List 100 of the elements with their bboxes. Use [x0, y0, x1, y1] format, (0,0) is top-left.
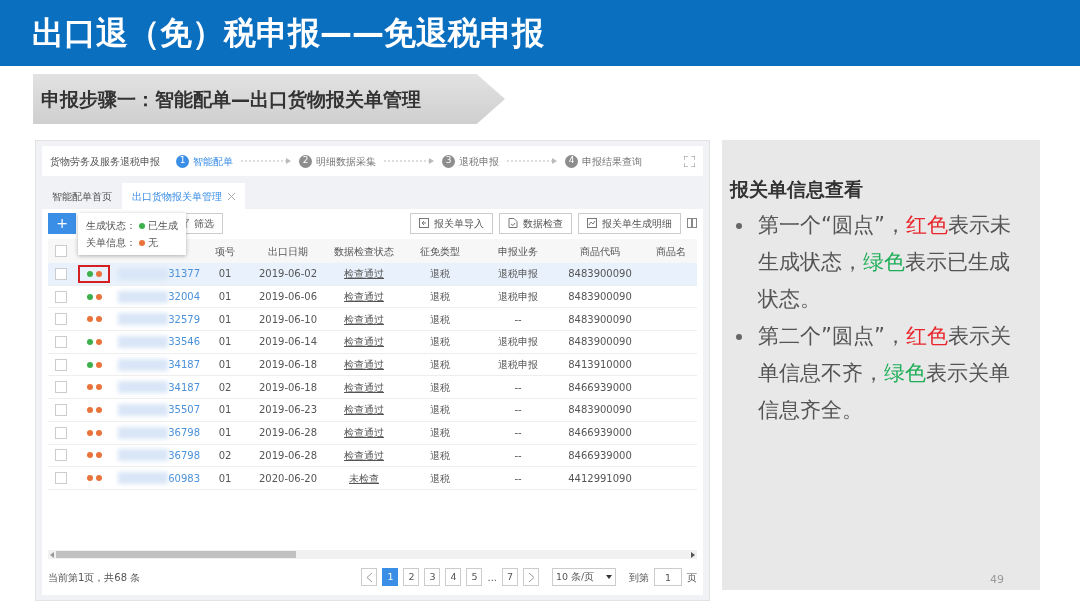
blurred-text [118, 381, 169, 394]
blurred-text [118, 313, 169, 326]
goto-suffix: 页 [687, 570, 697, 585]
table-row[interactable]: 31377 01 2019-06-02 检查通过 退税 退税申报 8483900090 [48, 263, 697, 286]
table-row[interactable]: 36798 02 2019-06-28 检查通过 退税 -- 8466939000 [48, 444, 697, 468]
document-icon [508, 218, 518, 228]
table-cell-text: 退税 [429, 358, 451, 373]
table-cell-text: 2019-06-14 [257, 335, 319, 350]
row-checkbox[interactable] [55, 358, 67, 371]
scroll-right-icon[interactable] [691, 551, 695, 558]
page-button[interactable]: 5 [466, 568, 483, 586]
status-link[interactable]: 检查通过 [326, 311, 402, 327]
table-cell-text: 退税申报 [497, 290, 539, 305]
column-header: 商品名 [655, 244, 687, 259]
page-button[interactable]: 4 [445, 568, 462, 586]
table-cell-text: 2019-06-28 [257, 426, 319, 441]
status-link[interactable]: 检查通过 [326, 379, 402, 395]
table-row[interactable]: 34187 02 2019-06-18 检查通过 退税 -- 8466939000 [48, 376, 697, 400]
import-icon [419, 218, 429, 228]
page-size-select[interactable]: 10 条/页 [552, 568, 616, 586]
toolbar-button[interactable]: 报关单导入 [410, 212, 493, 234]
tab[interactable]: 智能配单首页 [42, 183, 122, 209]
table-cell-text: 退税 [429, 380, 451, 395]
table-cell-text: 01 [217, 358, 233, 373]
table-cell-text: 2019-06-06 [257, 290, 319, 305]
scrollbar[interactable] [48, 550, 697, 559]
table-cell-text: 01 [217, 290, 233, 305]
arrow-connector-icon [507, 157, 557, 165]
table-cell-text: 4412991090 [567, 471, 633, 486]
slide-title: 出口退（免）税申报——免退税申报 [32, 13, 544, 53]
toolbar-button[interactable]: 数据检查 [499, 212, 572, 234]
table-cell-text: 8413910000 [567, 358, 633, 373]
table-row[interactable]: 34187 01 2019-06-18 检查通过 退税 退税申报 8413910000 [48, 353, 697, 377]
status-link[interactable]: 检查通过 [326, 447, 402, 463]
select-all-checkbox[interactable] [55, 245, 67, 257]
step-item[interactable]: 3 退税申报 [442, 153, 499, 169]
table-cell-text: 退税 [429, 426, 451, 441]
page-ellipsis: ... [487, 570, 497, 585]
row-checkbox[interactable] [55, 313, 67, 326]
table-cell-text: 退税 [429, 312, 451, 327]
tooltip-label: 关单信息： [86, 236, 136, 250]
column-header: 商品代码 [579, 244, 621, 259]
bullet-icon [736, 222, 742, 229]
blurred-text [118, 358, 169, 371]
row-checkbox[interactable] [55, 426, 67, 439]
tab[interactable]: 出口货物报关单管理 [122, 183, 245, 209]
bullet-text: 第一个“圆点”，红色表示未生成状态，绿色表示已生成状态。 [758, 211, 1012, 313]
step-banner: 申报步骤一：智能配单—出口货物报关单管理 [33, 74, 505, 124]
page-button[interactable]: 3 [424, 568, 441, 586]
row-checkbox[interactable] [55, 403, 67, 416]
table-cell-text: 退税申报 [497, 267, 539, 282]
status-link[interactable]: 未检查 [326, 470, 402, 486]
step-item[interactable]: 2 明细数据采集 [299, 153, 376, 169]
scrollbar-thumb[interactable] [56, 551, 296, 558]
table-cell-text: 8466939000 [567, 426, 633, 441]
table-cell-text: 2019-06-23 [257, 403, 319, 418]
record-link[interactable]: 36798 [168, 447, 200, 463]
status-link[interactable]: 检查通过 [326, 289, 402, 305]
table-cell-text: 退税 [429, 471, 451, 486]
chevron-left-icon [366, 572, 372, 582]
table-cell-text: 01 [217, 471, 233, 486]
table-row[interactable]: 32004 01 2019-06-06 检查通过 退税 退税申报 8483900090 [48, 285, 697, 309]
columns-icon[interactable] [687, 218, 697, 228]
table-row[interactable]: 33546 01 2019-06-14 检查通过 退税 退税申报 8483900090 [48, 331, 697, 354]
step-item[interactable]: 4 申报结果查询 [565, 153, 642, 169]
status-link[interactable]: 检查通过 [326, 357, 402, 373]
record-link[interactable]: 36798 [168, 425, 200, 441]
table-cell-text: 2019-06-18 [257, 380, 319, 395]
blurred-text [118, 290, 169, 303]
table-cell-text: -- [513, 312, 523, 327]
row-checkbox[interactable] [55, 290, 67, 303]
status-link[interactable]: 检查通过 [326, 402, 402, 418]
table-cell-text: 02 [217, 380, 233, 395]
table-cell-text: 8483900090 [567, 312, 633, 327]
status-link[interactable]: 检查通过 [326, 425, 402, 441]
row-checkbox[interactable] [55, 381, 67, 394]
column-header: 数据检查状态 [333, 244, 395, 259]
scroll-left-icon[interactable] [50, 551, 54, 558]
step-number: 1 [176, 154, 189, 168]
table-row[interactable]: 60983 01 2020-06-20 未检查 退税 -- 4412991090 [48, 467, 697, 490]
step-item[interactable]: 1 智能配单 [176, 153, 233, 169]
page-button[interactable]: 7 [502, 568, 518, 586]
page-button[interactable]: 2 [403, 568, 420, 586]
column-header: 出口日期 [267, 244, 309, 259]
row-checkbox[interactable] [55, 267, 67, 280]
table-cell-text: 01 [217, 403, 233, 418]
table-row[interactable]: 32579 01 2019-06-10 检查通过 退税 -- 8483900090 [48, 308, 697, 332]
page-input[interactable]: 1 [654, 568, 682, 586]
table-row[interactable]: 35507 01 2019-06-23 检查通过 退税 -- 8483900090 [48, 399, 697, 422]
table-cell-text: 02 [217, 448, 233, 463]
status-link[interactable]: 检查通过 [326, 266, 402, 282]
table-row[interactable]: 36798 01 2019-06-28 检查通过 退税 -- 8466939000 [48, 421, 697, 445]
row-checkbox[interactable] [55, 335, 67, 348]
row-checkbox[interactable] [55, 449, 67, 462]
row-checkbox[interactable] [55, 472, 67, 485]
toolbar-button[interactable]: 报关单生成明细 [578, 212, 681, 234]
close-icon[interactable] [228, 192, 235, 200]
next-page-button[interactable] [523, 568, 539, 586]
status-link[interactable]: 检查通过 [326, 334, 402, 350]
previous-page-button[interactable] [361, 568, 378, 586]
